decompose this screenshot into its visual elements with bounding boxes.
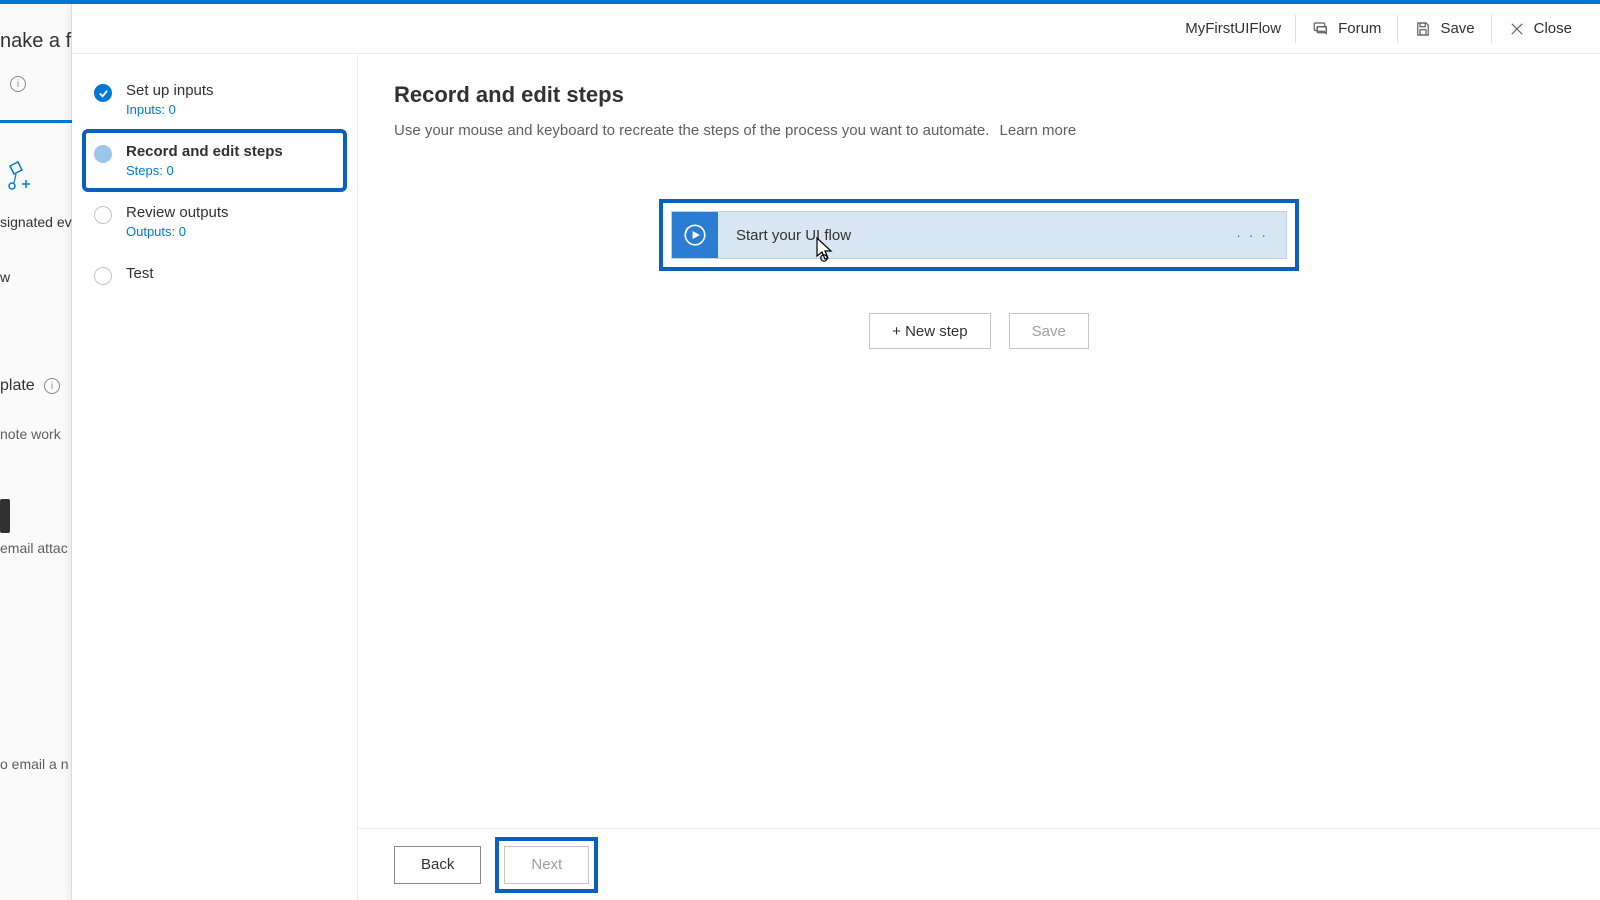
step-label: Test [126, 265, 154, 282]
wizard-step-setup-inputs[interactable]: Set up inputs Inputs: 0 [86, 72, 343, 127]
step-bullet-todo [94, 267, 112, 285]
next-button[interactable]: Next [504, 846, 589, 884]
bg-progress-bar [0, 120, 72, 123]
save-button[interactable]: Save [1398, 4, 1490, 54]
bg-button-fragment [0, 499, 10, 533]
close-button[interactable]: Close [1492, 4, 1588, 54]
flow-icon [8, 160, 32, 200]
wizard-step-record-edit[interactable]: Record and edit steps Steps: 0 [86, 133, 343, 188]
step-label: Review outputs [126, 204, 229, 221]
save-flow-button[interactable]: Save [1009, 313, 1089, 349]
flow-name-label: MyFirstUIFlow [1171, 20, 1295, 37]
step-bullet-active [94, 145, 112, 163]
close-label: Close [1534, 20, 1572, 37]
forum-icon [1312, 20, 1330, 38]
forum-button[interactable]: Forum [1296, 4, 1397, 54]
bg-text-fragment: note work [0, 426, 61, 442]
learn-more-link[interactable]: Learn more [1000, 122, 1077, 139]
flow-canvas: Start your UI flow · · · + New step Save [394, 199, 1564, 349]
info-icon: i [44, 378, 60, 394]
step-label: Record and edit steps [126, 143, 283, 160]
forum-label: Forum [1338, 20, 1381, 37]
step-label: Set up inputs [126, 82, 214, 99]
description-text: Use your mouse and keyboard to recreate … [394, 122, 989, 139]
new-step-button[interactable]: + New step [869, 313, 990, 349]
step-sublabel: Inputs: 0 [126, 102, 214, 117]
wizard-footer: Back Next [358, 828, 1600, 900]
ui-flow-panel: MyFirstUIFlow Forum Save Close [72, 4, 1600, 900]
save-icon [1414, 20, 1432, 38]
bg-heading-fragment: nake a fl [0, 30, 76, 53]
flow-card-highlight: Start your UI flow · · · [659, 199, 1299, 271]
bg-text-fragment: plate [0, 377, 35, 395]
background-page-strip: nake a fl i signated even w plate i note… [0, 4, 72, 900]
step-bullet-todo [94, 206, 112, 224]
record-play-icon [682, 222, 708, 248]
wizard-step-review-outputs[interactable]: Review outputs Outputs: 0 [86, 194, 343, 249]
start-ui-flow-card[interactable]: Start your UI flow · · · [671, 211, 1287, 259]
wizard-steps-sidebar: Set up inputs Inputs: 0 Record and edit … [72, 54, 358, 900]
card-menu-button[interactable]: · · · [1218, 227, 1286, 243]
bg-text-fragment: email attac [0, 540, 68, 556]
save-label: Save [1440, 20, 1474, 37]
bg-text-fragment: o email a n [0, 756, 68, 772]
step-bullet-done [94, 84, 112, 102]
bg-text-fragment: w [0, 269, 10, 285]
next-button-highlight: Next [495, 837, 598, 893]
page-title: Record and edit steps [394, 82, 1564, 108]
check-icon [98, 88, 109, 99]
main-content: Record and edit steps Use your mouse and… [358, 54, 1600, 900]
panel-header: MyFirstUIFlow Forum Save Close [72, 4, 1600, 54]
info-icon: i [10, 76, 26, 92]
page-description: Use your mouse and keyboard to recreate … [394, 122, 1564, 139]
back-button[interactable]: Back [394, 846, 481, 884]
wizard-step-test[interactable]: Test [86, 255, 343, 295]
flow-actions: + New step Save [869, 313, 1089, 349]
step-sublabel: Outputs: 0 [126, 224, 229, 239]
record-icon-badge [672, 212, 718, 258]
panel-body: Set up inputs Inputs: 0 Record and edit … [72, 54, 1600, 900]
flow-card-title: Start your UI flow [718, 227, 1218, 244]
step-sublabel: Steps: 0 [126, 163, 283, 178]
close-icon [1508, 20, 1526, 38]
